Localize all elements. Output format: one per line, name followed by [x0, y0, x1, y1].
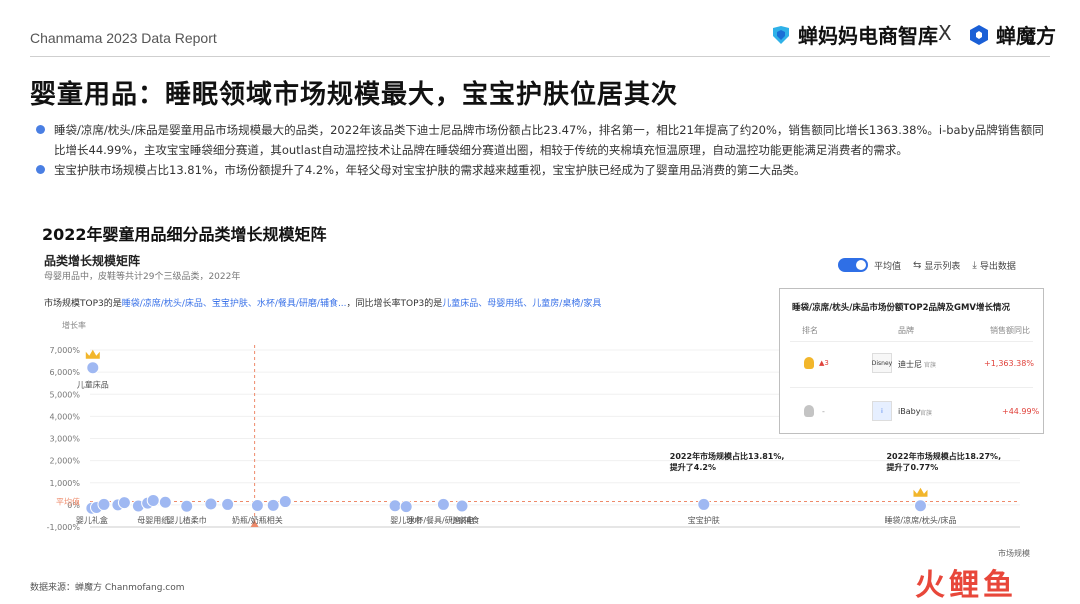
table-title: 睡袋/凉席/枕头/床品市场份额TOP2品牌及GMV增长情况 — [792, 303, 1010, 313]
point-label: 宝宝护肤 — [688, 515, 720, 525]
brand-name: iBaby — [898, 407, 921, 416]
growth-value: +44.99% — [1002, 407, 1040, 416]
point-label: 婴儿植柔巾 — [167, 515, 207, 525]
data-point — [278, 495, 292, 509]
rank-change: - — [822, 407, 825, 416]
x-axis-label: 市场规模 — [998, 548, 1030, 558]
data-point — [399, 500, 413, 514]
crown-icon — [913, 487, 928, 497]
annotation-line: 提升了0.77% — [886, 462, 938, 472]
point-label: 婴儿礼盒 — [76, 515, 108, 525]
data-point — [204, 497, 218, 511]
annotation-line: 提升了4.2% — [670, 462, 716, 472]
data-point — [158, 495, 172, 509]
annotation-line: 2022年市场规模占比18.27%, — [886, 451, 1001, 461]
point-label: 儿童床品 — [77, 380, 109, 390]
table-divider — [790, 341, 1033, 342]
growth-value: +1,363.38% — [984, 359, 1034, 368]
brand-tag: 官旗 — [924, 362, 937, 369]
point-label: 小家电 — [450, 515, 474, 525]
data-point — [97, 497, 111, 511]
y-tick-label: 7,000% — [49, 346, 80, 355]
data-point — [250, 499, 264, 513]
gold-medal-icon — [804, 357, 814, 369]
data-point — [436, 497, 450, 511]
data-point — [913, 499, 927, 513]
brand-name: 迪士尼 — [898, 360, 922, 369]
data-point — [388, 499, 402, 513]
y-tick-label: 5,000% — [49, 390, 80, 399]
table-header-brand: 品牌 — [898, 326, 914, 335]
footer-logo: 火鲤鱼 — [915, 568, 1017, 603]
data-point — [266, 498, 280, 512]
avg-label: 平均值 — [56, 497, 80, 507]
y-tick-label: 3,000% — [49, 435, 80, 444]
data-point — [221, 497, 235, 511]
y-tick-label: 1,000% — [49, 479, 80, 488]
annotation-line: 2022年市场规模占比13.81%, — [670, 451, 785, 461]
data-point — [117, 496, 131, 510]
table-header-growth: 销售额同比 — [990, 326, 1030, 335]
silver-medal-icon — [804, 405, 814, 417]
y-tick-label: 6,000% — [49, 368, 80, 377]
rank-change: ▲3 — [819, 359, 829, 367]
y-tick-label: 2,000% — [49, 457, 80, 466]
top2-brand-table: 睡袋/凉席/枕头/床品市场份额TOP2品牌及GMV增长情况 排名 品牌 销售额同… — [779, 288, 1044, 434]
footer-source: 数据来源：蝉魔方 Chanmofang.com — [30, 583, 185, 593]
ibaby-logo-icon: i — [872, 401, 892, 421]
data-point — [697, 497, 711, 511]
y-axis-label: 增长率 — [62, 320, 86, 330]
crown-icon — [85, 349, 100, 359]
data-point — [180, 499, 194, 513]
y-tick-label: 4,000% — [49, 412, 80, 421]
point-label: 母婴用纸 — [137, 515, 169, 525]
brand-tag: 官旗 — [920, 410, 933, 417]
data-point — [86, 361, 100, 375]
point-label: 睡袋/凉席/枕头/床品 — [884, 515, 956, 525]
data-point — [455, 499, 469, 513]
disney-logo-icon: Disney — [872, 353, 892, 373]
table-header-rank: 排名 — [802, 326, 818, 335]
point-label: 奶瓶/奶瓶相关 — [232, 515, 283, 525]
data-point — [146, 493, 160, 507]
table-divider — [790, 387, 1033, 388]
